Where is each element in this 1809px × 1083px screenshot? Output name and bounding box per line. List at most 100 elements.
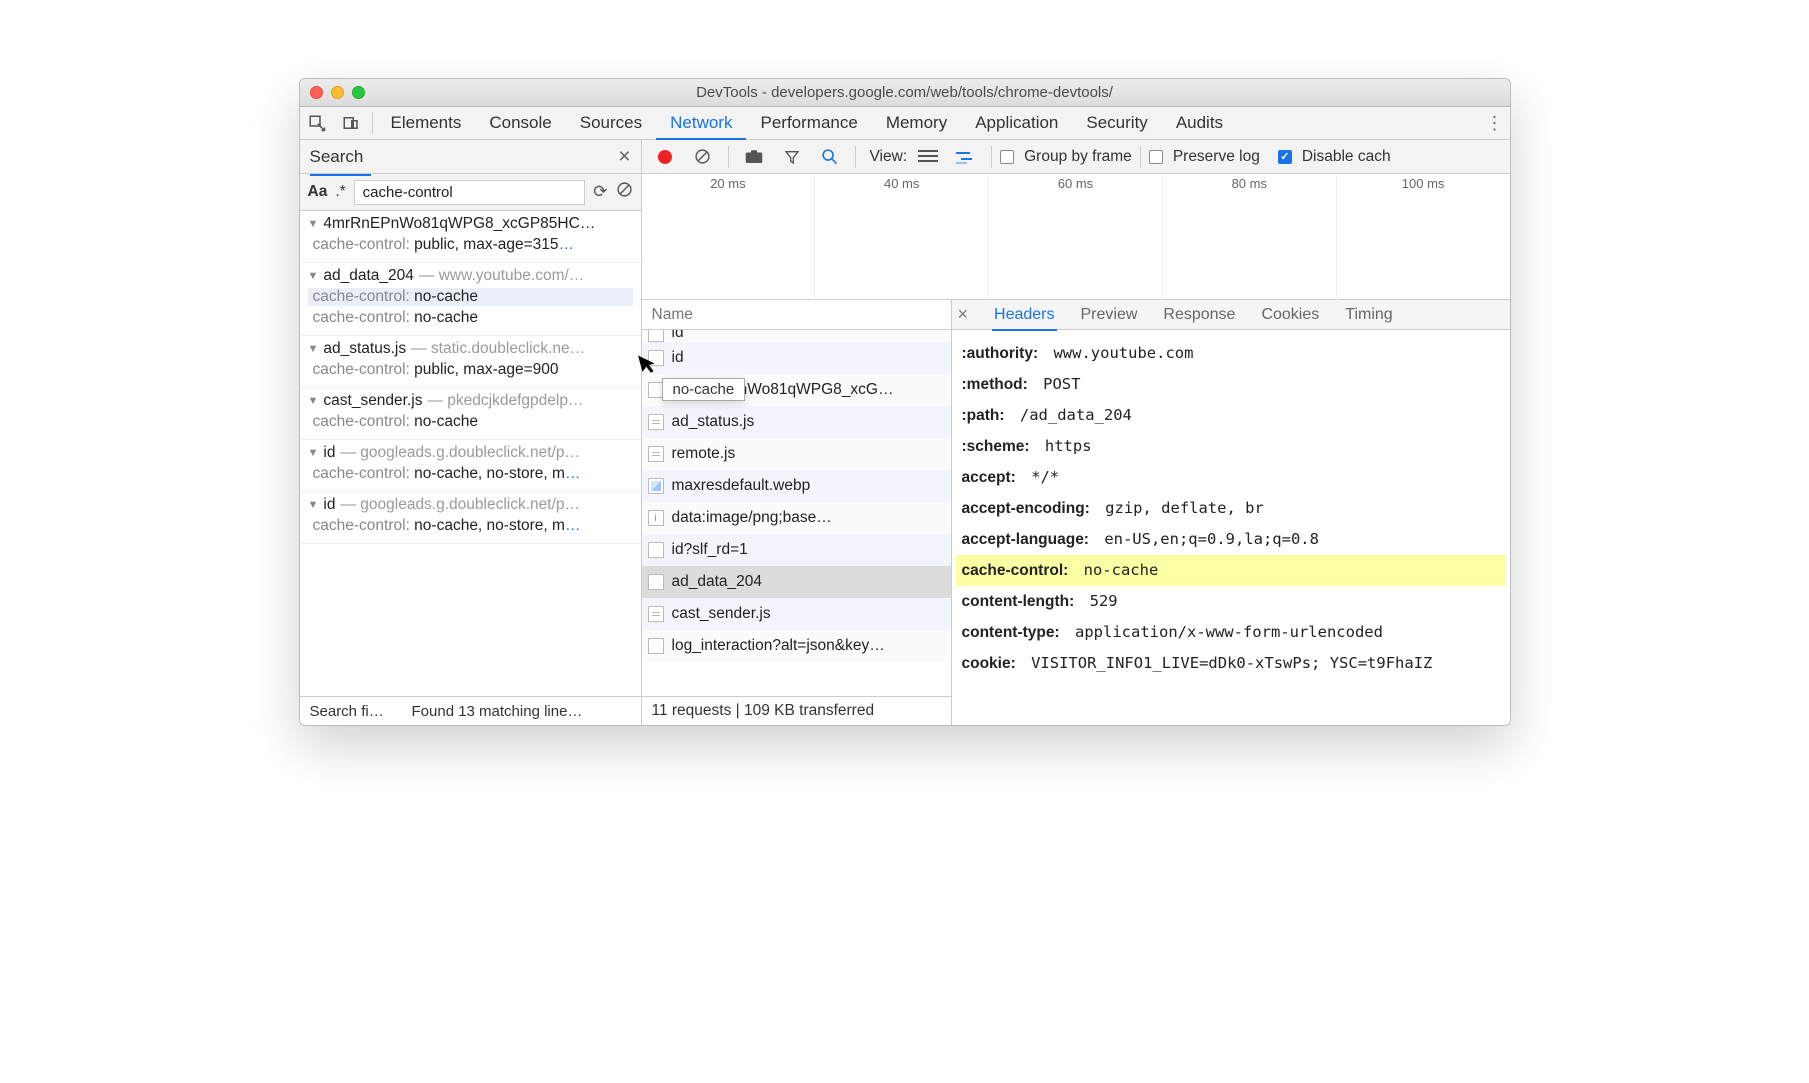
- search-tab-label[interactable]: Search: [310, 147, 364, 167]
- request-name: ad_data_204: [672, 573, 763, 591]
- disable-cache-checkbox[interactable]: [1278, 150, 1292, 164]
- request-row[interactable]: maxresdefault.webp: [642, 470, 951, 502]
- request-name: log_interaction?alt=json&key…: [672, 637, 885, 655]
- header-row[interactable]: accept-language: en-US,en;q=0.9,la;q=0.8: [956, 524, 1506, 555]
- request-row[interactable]: remote.js: [642, 438, 951, 470]
- search-result-group[interactable]: ▼ad_data_204 — www.youtube.com/…: [308, 267, 633, 285]
- requests-summary: 11 requests | 109 KB transferred: [642, 696, 951, 725]
- search-icon[interactable]: [813, 140, 847, 173]
- details-tab-timing[interactable]: Timing: [1345, 306, 1392, 324]
- search-result-group[interactable]: ▼id — googleads.g.doubleclick.net/p…: [308, 444, 633, 462]
- search-result-line[interactable]: cache-control: no-cache, no-store, m…: [308, 465, 633, 483]
- group-by-frame-checkbox[interactable]: [1000, 150, 1014, 164]
- request-row[interactable]: log_interaction?alt=json&key…: [642, 630, 951, 662]
- tooltip: no-cache: [662, 378, 746, 401]
- search-result-group[interactable]: ▼ad_status.js — static.doubleclick.ne…: [308, 340, 633, 358]
- window-title: DevTools - developers.google.com/web/too…: [300, 84, 1510, 101]
- tab-application[interactable]: Application: [961, 107, 1072, 139]
- header-row[interactable]: :authority: www.youtube.com: [956, 338, 1506, 369]
- more-options-icon[interactable]: ⋮: [1480, 113, 1510, 134]
- details-tab-headers[interactable]: Headers: [994, 306, 1054, 324]
- waterfall-timeline[interactable]: 20 ms40 ms60 ms80 ms100 ms: [642, 174, 1510, 300]
- file-icon: [648, 446, 664, 462]
- header-row[interactable]: accept: */*: [956, 462, 1506, 493]
- file-icon: [648, 414, 664, 430]
- device-toolbar-icon[interactable]: [334, 107, 368, 139]
- timeline-tick: 20 ms: [710, 176, 745, 191]
- request-name: maxresdefault.webp: [672, 477, 811, 495]
- view-list-icon[interactable]: [911, 140, 945, 173]
- tab-network[interactable]: Network: [656, 107, 746, 139]
- refresh-icon[interactable]: ⟳: [593, 182, 607, 202]
- file-icon: [648, 330, 664, 342]
- close-icon[interactable]: ×: [618, 145, 630, 169]
- close-window-button[interactable]: [310, 86, 323, 99]
- request-name: ad_status.js: [672, 413, 755, 431]
- timeline-tick: 80 ms: [1232, 176, 1267, 191]
- timeline-tick: 40 ms: [884, 176, 919, 191]
- request-row[interactable]: cast_sender.js: [642, 598, 951, 630]
- details-tab-response[interactable]: Response: [1163, 306, 1235, 324]
- search-result-line[interactable]: cache-control: no-cache: [308, 309, 633, 327]
- request-row[interactable]: id: [642, 342, 951, 374]
- preserve-log-checkbox[interactable]: [1149, 150, 1163, 164]
- file-icon: [648, 478, 664, 494]
- tab-memory[interactable]: Memory: [872, 107, 961, 139]
- file-icon: [648, 638, 664, 654]
- header-row[interactable]: cookie: VISITOR_INFO1_LIVE=dDk0-xTswPs; …: [956, 648, 1506, 679]
- tab-elements[interactable]: Elements: [377, 107, 476, 139]
- request-name: id: [672, 349, 684, 367]
- file-icon: [648, 542, 664, 558]
- tab-performance[interactable]: Performance: [746, 107, 871, 139]
- tab-console[interactable]: Console: [475, 107, 565, 139]
- zoom-window-button[interactable]: [352, 86, 365, 99]
- header-row[interactable]: content-length: 529: [956, 586, 1506, 617]
- request-name: remote.js: [672, 445, 736, 463]
- tab-audits[interactable]: Audits: [1162, 107, 1237, 139]
- request-row[interactable]: data:image/png;base…: [642, 502, 951, 534]
- case-sensitive-toggle[interactable]: Aa: [308, 183, 328, 201]
- request-row[interactable]: id: [642, 330, 951, 342]
- search-input[interactable]: [354, 180, 586, 205]
- header-row[interactable]: :scheme: https: [956, 431, 1506, 462]
- search-result-group[interactable]: ▼4mrRnEPnWo81qWPG8_xcGP85HC…: [308, 215, 633, 233]
- screenshots-icon[interactable]: [737, 140, 771, 173]
- name-column-header[interactable]: Name: [652, 306, 693, 324]
- search-result-line[interactable]: cache-control: no-cache: [308, 288, 633, 306]
- search-footer-right: Found 13 matching line…: [400, 703, 631, 720]
- filter-icon[interactable]: [775, 140, 809, 173]
- preserve-log-label: Preserve log: [1173, 148, 1260, 166]
- search-result-line[interactable]: cache-control: public, max-age=315…: [308, 236, 633, 254]
- header-row[interactable]: :path: /ad_data_204: [956, 400, 1506, 431]
- details-tab-cookies[interactable]: Cookies: [1261, 306, 1319, 324]
- tab-sources[interactable]: Sources: [566, 107, 656, 139]
- request-row[interactable]: ad_data_204: [642, 566, 951, 598]
- header-row[interactable]: :method: POST: [956, 369, 1506, 400]
- search-result-group[interactable]: ▼cast_sender.js — pkedcjkdefgpdelp…: [308, 392, 633, 410]
- clear-icon[interactable]: [616, 181, 633, 203]
- search-result-line[interactable]: cache-control: public, max-age=900: [308, 361, 633, 379]
- search-result-group[interactable]: ▼id — googleads.g.doubleclick.net/p…: [308, 496, 633, 514]
- header-row[interactable]: content-type: application/x-www-form-url…: [956, 617, 1506, 648]
- minimize-window-button[interactable]: [331, 86, 344, 99]
- timeline-tick: 60 ms: [1058, 176, 1093, 191]
- search-result-line[interactable]: cache-control: no-cache: [308, 413, 633, 431]
- request-row[interactable]: id?slf_rd=1: [642, 534, 951, 566]
- view-label: View:: [870, 148, 908, 166]
- search-result-line[interactable]: cache-control: no-cache, no-store, m…: [308, 517, 633, 535]
- record-button[interactable]: [648, 140, 682, 173]
- file-icon: [648, 510, 664, 526]
- clear-button[interactable]: [686, 140, 720, 173]
- view-waterfall-icon[interactable]: [949, 140, 983, 173]
- close-details-icon[interactable]: ×: [958, 304, 969, 325]
- disable-cache-label: Disable cach: [1302, 148, 1391, 166]
- header-row[interactable]: accept-encoding: gzip, deflate, br: [956, 493, 1506, 524]
- request-row[interactable]: ad_status.js: [642, 406, 951, 438]
- request-name: data:image/png;base…: [672, 509, 832, 527]
- regex-toggle[interactable]: .*: [335, 183, 345, 201]
- tab-security[interactable]: Security: [1072, 107, 1161, 139]
- select-element-icon[interactable]: [300, 107, 334, 139]
- header-row[interactable]: cache-control: no-cache: [956, 555, 1506, 586]
- group-by-frame-label: Group by frame: [1024, 148, 1132, 166]
- details-tab-preview[interactable]: Preview: [1081, 306, 1138, 324]
